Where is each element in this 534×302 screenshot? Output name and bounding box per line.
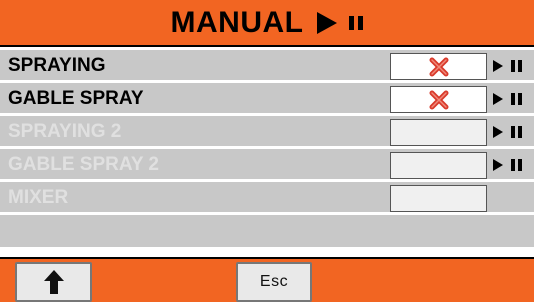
row-label: SPRAYING 2	[8, 121, 122, 142]
up-button[interactable]	[15, 262, 92, 302]
row-label: MIXER	[8, 187, 69, 208]
gable-spray-2-play-pause-control[interactable]	[493, 159, 522, 171]
pause-icon	[511, 60, 522, 72]
page-title: MANUAL	[170, 5, 304, 39]
row-mixer: MIXER	[0, 182, 534, 212]
up-arrow-icon	[43, 270, 64, 294]
header-bar: MANUAL	[0, 0, 534, 47]
row-label: GABLE SPRAY 2	[8, 154, 159, 175]
footer-bar: Esc	[0, 257, 534, 302]
esc-button[interactable]: Esc	[236, 262, 312, 302]
row-gable-spray-2: GABLE SPRAY 2	[0, 149, 534, 179]
empty-row	[0, 215, 534, 247]
pause-icon	[349, 15, 364, 30]
row-spraying: SPRAYING	[0, 50, 534, 80]
play-icon	[493, 60, 503, 72]
spraying-2-status-button[interactable]	[390, 119, 487, 146]
spraying-play-pause-control[interactable]	[493, 60, 522, 72]
gable-spray-status-button[interactable]	[390, 86, 487, 113]
row-spraying-2: SPRAYING 2	[0, 116, 534, 146]
pause-icon	[511, 126, 522, 138]
play-icon	[493, 93, 503, 105]
row-label: SPRAYING	[8, 55, 106, 76]
row-gable-spray: GABLE SPRAY	[0, 83, 534, 113]
pause-icon	[511, 159, 522, 171]
mixer-status-button[interactable]	[390, 185, 487, 212]
red-x-icon	[429, 90, 449, 110]
pause-icon	[511, 93, 522, 105]
manual-list: SPRAYING GABLE SPRAY SPRAYING 2 GABLE SP…	[0, 50, 534, 250]
gable-spray-play-pause-control[interactable]	[493, 93, 522, 105]
row-label: GABLE SPRAY	[8, 88, 144, 109]
spraying-2-play-pause-control[interactable]	[493, 126, 522, 138]
spraying-status-button[interactable]	[390, 53, 487, 80]
play-icon	[493, 126, 503, 138]
play-icon	[317, 11, 338, 34]
esc-label: Esc	[259, 273, 289, 290]
red-x-icon	[429, 57, 449, 77]
gable-spray-2-status-button[interactable]	[390, 152, 487, 179]
play-icon	[493, 159, 503, 171]
